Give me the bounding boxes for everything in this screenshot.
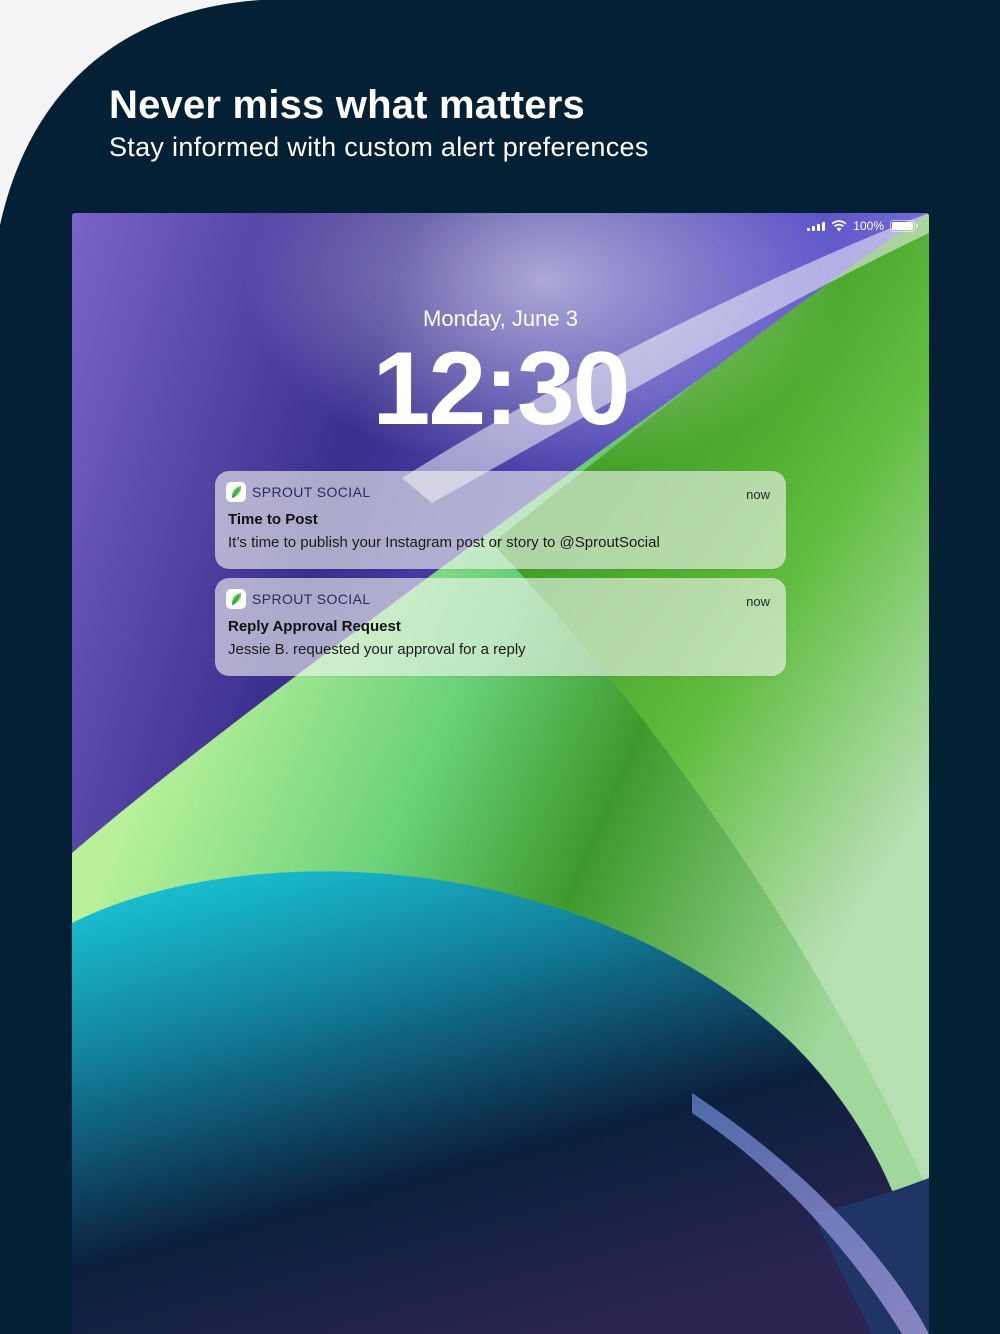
wifi-icon (831, 220, 847, 232)
notification-card[interactable]: SPROUT SOCIAL now Reply Approval Request… (215, 578, 786, 676)
notification-card[interactable]: SPROUT SOCIAL now Time to Post It’s time… (215, 471, 786, 569)
lock-screen-date: Monday, June 3 (423, 306, 578, 331)
tablet-lock-screen: 100% Monday, June 3 12:30 SPROUT SOCIAL … (72, 213, 929, 1334)
marketing-subheadline: Stay informed with custom alert preferen… (109, 132, 649, 162)
notification-time: now (746, 487, 770, 502)
notification-time: now (746, 594, 770, 609)
sprout-leaf-icon (226, 589, 246, 609)
notification-title: Reply Approval Request (228, 618, 401, 635)
lock-screen-clock: 12:30 (372, 331, 631, 447)
notification-body: Jessie B. requested your approval for a … (228, 641, 526, 658)
battery-percentage: 100% (853, 219, 884, 233)
notification-app-name: SPROUT SOCIAL (252, 591, 371, 607)
notification-body: It’s time to publish your Instagram post… (228, 534, 660, 551)
status-bar: 100% (807, 219, 918, 233)
notification-title: Time to Post (228, 511, 318, 528)
marketing-headline: Never miss what matters (109, 83, 585, 127)
notification-app-name: SPROUT SOCIAL (252, 484, 371, 500)
sprout-leaf-icon (226, 482, 246, 502)
battery-icon (890, 220, 918, 232)
signal-icon (807, 221, 826, 231)
